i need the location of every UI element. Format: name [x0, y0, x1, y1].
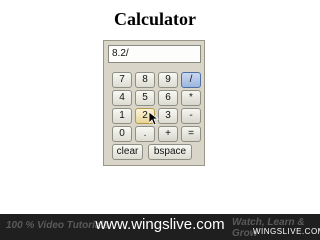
page-title: Calculator: [114, 9, 196, 29]
footer-bar: 100 % Video Tutorials www.wingslive.com …: [0, 214, 320, 240]
key-9-button[interactable]: 9: [158, 72, 178, 88]
key-4-button[interactable]: 4: [112, 90, 132, 106]
backspace-button[interactable]: bspace: [148, 144, 192, 160]
key-7-button[interactable]: 7: [112, 72, 132, 88]
clear-button[interactable]: clear: [112, 144, 143, 160]
key-8-button[interactable]: 8: [135, 72, 155, 88]
divide-button[interactable]: /: [181, 72, 201, 88]
add-button[interactable]: +: [158, 126, 178, 142]
subtract-button[interactable]: -: [181, 108, 201, 124]
calculator-display[interactable]: 8.2/: [108, 45, 201, 63]
decimal-point-button[interactable]: .: [135, 126, 155, 142]
key-6-button[interactable]: 6: [158, 90, 178, 106]
key-1-button[interactable]: 1: [112, 108, 132, 124]
wingslive-logo: WINGSLIVE.COM: [253, 227, 320, 236]
equals-button[interactable]: =: [181, 126, 201, 142]
mouse-cursor-icon: [149, 112, 159, 126]
multiply-button[interactable]: *: [181, 90, 201, 106]
key-0-button[interactable]: 0: [112, 126, 132, 142]
key-3-button[interactable]: 3: [158, 108, 178, 124]
key-5-button[interactable]: 5: [135, 90, 155, 106]
